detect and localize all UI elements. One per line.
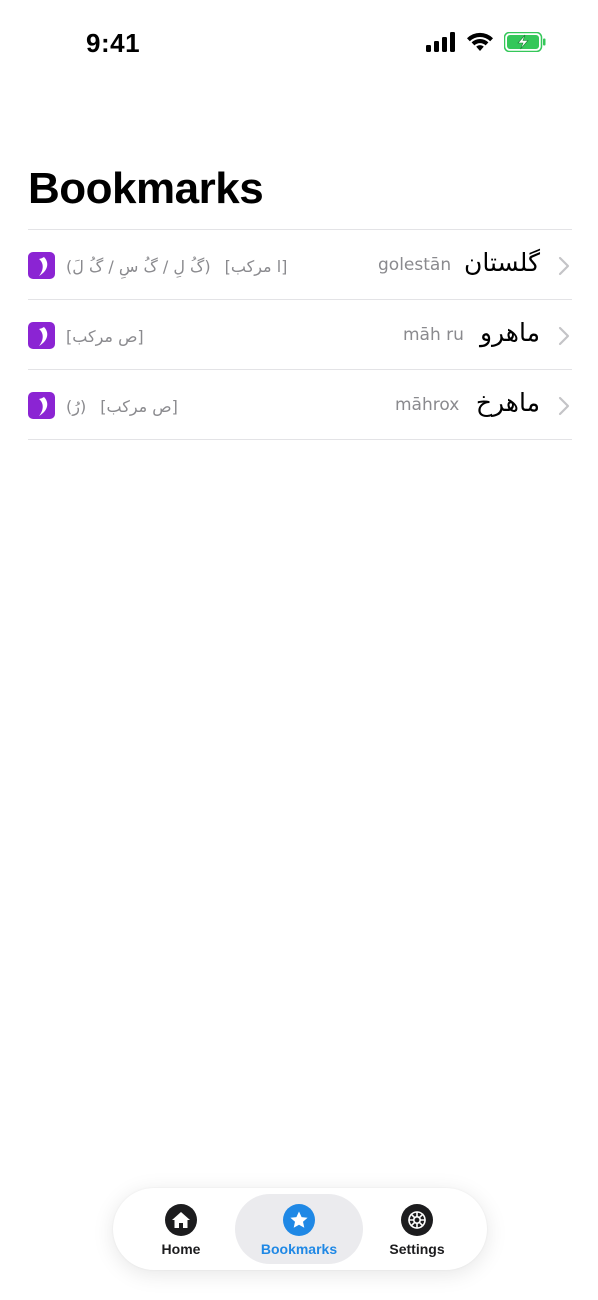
tab-bookmarks[interactable]: Bookmarks <box>235 1194 363 1264</box>
dictionary-badge-icon <box>28 392 55 419</box>
dictionary-badge-icon <box>28 252 55 279</box>
persian-word: ماهرخ <box>475 388 540 417</box>
tab-label: Settings <box>389 1241 445 1257</box>
bookmark-row[interactable]: (رُ) [ص مرکب] māhrox ماهرخ <box>28 370 572 440</box>
grammar-tag: [ا مرکب] <box>224 256 288 276</box>
wifi-icon <box>466 32 494 52</box>
page-title: Bookmarks <box>28 164 264 213</box>
status-time: 9:41 <box>86 28 141 58</box>
grammar-info: [ص مرکب] <box>66 326 144 346</box>
tab-settings[interactable]: Settings <box>354 1194 480 1264</box>
chevron-right-icon <box>558 326 570 351</box>
tab-label: Bookmarks <box>260 1241 338 1257</box>
tab-bar: Home Bookmarks Settings <box>113 1188 487 1270</box>
persian-word: گلستان <box>463 248 540 277</box>
battery-charging-icon <box>504 32 546 52</box>
gear-icon <box>401 1204 433 1236</box>
grammar-info: (رُ) [ص مرکب] <box>66 396 178 416</box>
status-bar: 9:41 <box>0 0 598 88</box>
transliteration: māh ru <box>403 325 464 345</box>
bookmarks-list: (گُ لِ / گُ سِ / گُ لَ) [ا مرکب] golestā… <box>28 229 572 440</box>
grammar-tag: [ص مرکب] <box>100 396 178 416</box>
home-icon <box>165 1204 197 1236</box>
grammar-tag: (رُ) <box>66 396 87 416</box>
cellular-signal-icon <box>426 32 456 52</box>
dictionary-badge-icon <box>28 322 55 349</box>
star-icon <box>283 1204 315 1236</box>
chevron-right-icon <box>558 256 570 281</box>
bookmarks-screen: 9:41 Bookmarks (گُ لِ / گُ سِ / گُ لَ) [… <box>0 0 598 1300</box>
grammar-info: (گُ لِ / گُ سِ / گُ لَ) [ا مرکب] <box>66 256 287 276</box>
transliteration: golestān <box>378 255 452 275</box>
grammar-tag: (گُ لِ / گُ سِ / گُ لَ) <box>66 256 211 276</box>
status-icons <box>426 32 546 52</box>
persian-word: ماهرو <box>479 318 540 347</box>
transliteration: māhrox <box>395 395 460 415</box>
grammar-tag: [ص مرکب] <box>66 326 144 346</box>
chevron-right-icon <box>558 396 570 421</box>
bookmark-row[interactable]: [ص مرکب] māh ru ماهرو <box>28 300 572 370</box>
tab-home[interactable]: Home <box>118 1194 244 1264</box>
tab-label: Home <box>161 1241 201 1257</box>
bookmark-row[interactable]: (گُ لِ / گُ سِ / گُ لَ) [ا مرکب] golestā… <box>28 230 572 300</box>
